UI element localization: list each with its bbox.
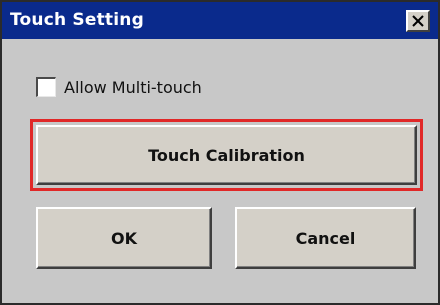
close-button[interactable] (406, 10, 430, 32)
touch-calibration-label: Touch Calibration (148, 145, 305, 165)
ok-button[interactable]: OK (36, 207, 212, 269)
cancel-label: Cancel (295, 228, 356, 248)
close-icon (411, 14, 425, 28)
touch-setting-dialog: Touch Setting Allow Multi-touch Touch Ca… (0, 0, 440, 305)
cancel-button[interactable]: Cancel (235, 207, 416, 269)
multitouch-checkbox[interactable] (36, 77, 56, 97)
multitouch-label: Allow Multi-touch (64, 77, 202, 97)
multitouch-option[interactable]: Allow Multi-touch (36, 77, 202, 97)
dialog-title: Touch Setting (10, 10, 144, 30)
touch-calibration-button[interactable]: Touch Calibration (36, 125, 417, 185)
ok-label: OK (111, 228, 137, 248)
title-bar[interactable]: Touch Setting (2, 2, 438, 39)
